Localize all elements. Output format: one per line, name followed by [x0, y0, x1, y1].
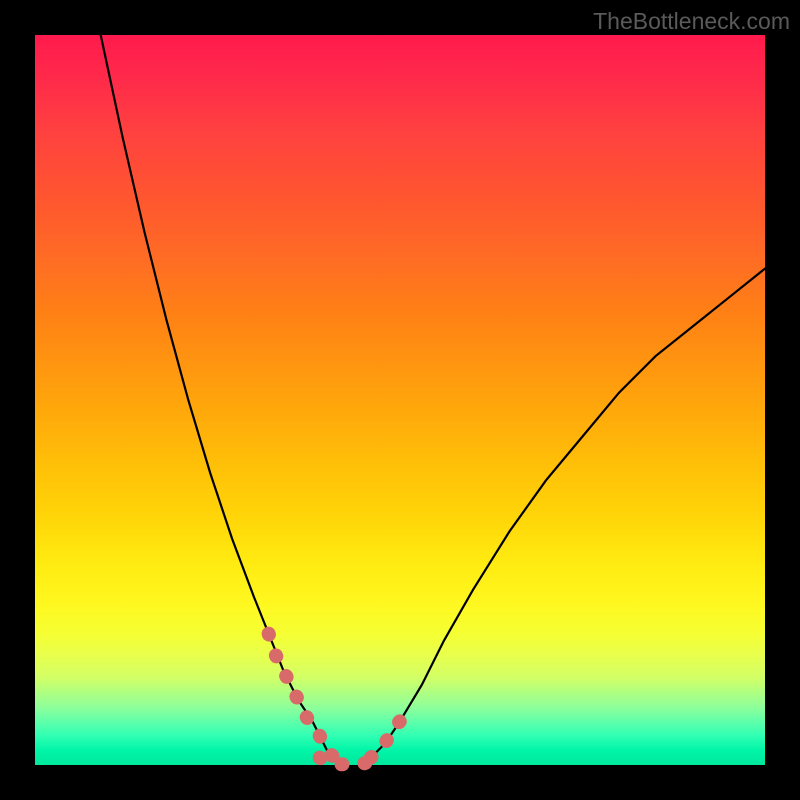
- highlight-left-path: [269, 634, 335, 758]
- curve-group: [101, 35, 765, 764]
- right-curve-path: [371, 269, 765, 758]
- watermark-text: TheBottleneck.com: [593, 8, 790, 35]
- left-curve-path: [101, 35, 335, 758]
- highlight-right-path: [371, 707, 408, 758]
- chart-plot-area: [35, 35, 765, 765]
- chart-svg-overlay: [35, 35, 765, 765]
